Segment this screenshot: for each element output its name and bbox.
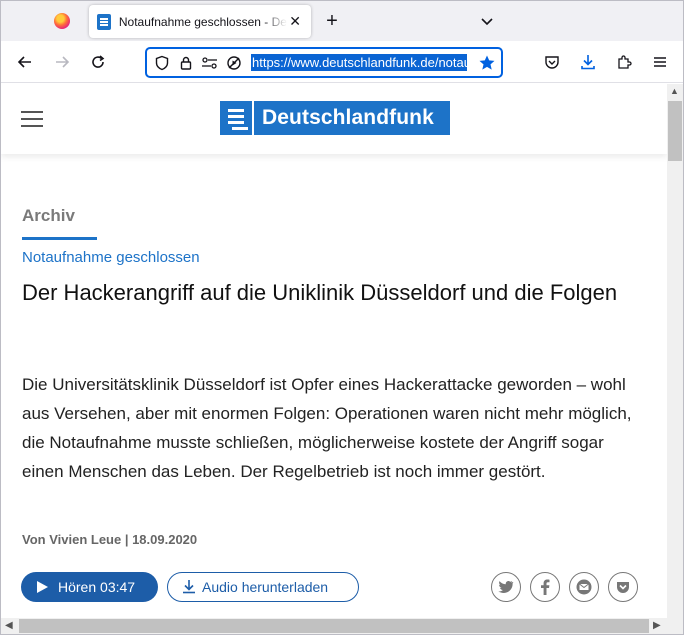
page-content: Deutschlandfunk Archiv Notaufnahme gesch… bbox=[1, 84, 667, 618]
arrow-left-icon bbox=[17, 56, 31, 68]
listen-label: Hören bbox=[58, 579, 97, 595]
site-menu-icon[interactable] bbox=[21, 111, 43, 127]
article-byline: Von Vivien Leue | 18.09.2020 bbox=[22, 532, 198, 547]
arrow-right-icon bbox=[56, 56, 70, 68]
tab-title: Notaufnahme geschlossen - Deutschlandfun… bbox=[118, 14, 287, 29]
section-underline bbox=[22, 237, 97, 240]
forward-button[interactable] bbox=[50, 50, 74, 74]
share-facebook-button[interactable] bbox=[530, 572, 560, 602]
share-pocket-button[interactable] bbox=[608, 572, 638, 602]
download-icon bbox=[581, 55, 595, 70]
lock-icon[interactable] bbox=[177, 54, 195, 72]
firefox-icon bbox=[54, 13, 70, 29]
scroll-left-arrow-icon[interactable]: ◀ bbox=[5, 620, 13, 631]
twitter-icon bbox=[498, 580, 514, 593]
vertical-scrollbar-thumb[interactable] bbox=[668, 101, 682, 161]
share-mail-button[interactable] bbox=[569, 572, 599, 602]
reload-button[interactable] bbox=[86, 50, 110, 74]
menu-button[interactable] bbox=[648, 50, 672, 74]
tab-strip: Notaufnahme geschlossen - Deutschlandfun… bbox=[1, 1, 683, 41]
horizontal-scrollbar[interactable]: ◀ ▶ bbox=[1, 618, 667, 634]
logo-text: Deutschlandfunk bbox=[262, 106, 434, 129]
deutschlandfunk-logo-icon bbox=[220, 101, 254, 135]
horizontal-scrollbar-thumb[interactable] bbox=[19, 619, 649, 633]
share-twitter-button[interactable] bbox=[491, 572, 521, 602]
bookmark-star-icon[interactable] bbox=[477, 53, 497, 73]
navigation-toolbar: https://www.deutschlandfunk.de/notaufnah… bbox=[1, 41, 683, 83]
scroll-up-arrow-icon[interactable]: ▲ bbox=[670, 86, 679, 96]
audio-download-button[interactable]: Audio herunterladen bbox=[167, 572, 359, 602]
url-bar[interactable]: https://www.deutschlandfunk.de/notaufnah… bbox=[145, 47, 503, 78]
download-icon bbox=[183, 580, 195, 594]
article-teaser: Die Universitätsklinik Düsseldorf ist Op… bbox=[22, 375, 632, 481]
article-kicker: Notaufnahme geschlossen bbox=[22, 249, 200, 266]
site-header: Deutschlandfunk bbox=[1, 84, 667, 154]
site-logo[interactable]: Deutschlandfunk bbox=[220, 101, 450, 135]
autoplay-blocked-icon[interactable] bbox=[225, 54, 243, 72]
reload-icon bbox=[92, 55, 105, 68]
extensions-button[interactable] bbox=[612, 50, 636, 74]
facebook-icon bbox=[541, 579, 550, 595]
deutschlandfunk-favicon-icon bbox=[97, 13, 111, 30]
puzzle-icon bbox=[618, 55, 632, 69]
permissions-icon[interactable] bbox=[201, 54, 219, 72]
section-label[interactable]: Archiv bbox=[22, 206, 75, 226]
url-text[interactable]: https://www.deutschlandfunk.de/notaufnah… bbox=[251, 54, 467, 71]
listen-duration: 03:47 bbox=[100, 579, 136, 595]
scrollbar-corner bbox=[667, 618, 683, 634]
mail-icon bbox=[576, 579, 592, 595]
shield-icon[interactable] bbox=[153, 54, 171, 72]
play-icon bbox=[37, 581, 48, 593]
listen-button[interactable]: Hören 03:47 bbox=[21, 572, 158, 602]
article-headline: Der Hackerangriff auf die Uniklinik Düss… bbox=[22, 280, 618, 305]
scroll-right-arrow-icon[interactable]: ▶ bbox=[653, 620, 661, 631]
tab-list-chevron-down-icon[interactable] bbox=[477, 11, 497, 31]
audio-download-label: Audio herunterladen bbox=[202, 579, 329, 595]
firefox-view-button[interactable] bbox=[47, 7, 77, 35]
downloads-button[interactable] bbox=[576, 50, 600, 74]
pocket-button[interactable] bbox=[540, 50, 564, 74]
active-tab[interactable]: Notaufnahme geschlossen - Deutschlandfun… bbox=[89, 5, 311, 38]
hamburger-menu-icon bbox=[654, 57, 666, 67]
browser-window: Notaufnahme geschlossen - Deutschlandfun… bbox=[0, 0, 684, 635]
new-tab-button[interactable]: + bbox=[321, 10, 343, 32]
pocket-icon bbox=[617, 582, 629, 593]
back-button[interactable] bbox=[13, 50, 37, 74]
pocket-icon bbox=[545, 56, 559, 69]
tab-close-icon[interactable]: ✕ bbox=[287, 13, 303, 30]
vertical-scrollbar[interactable]: ▲ bbox=[667, 84, 683, 618]
